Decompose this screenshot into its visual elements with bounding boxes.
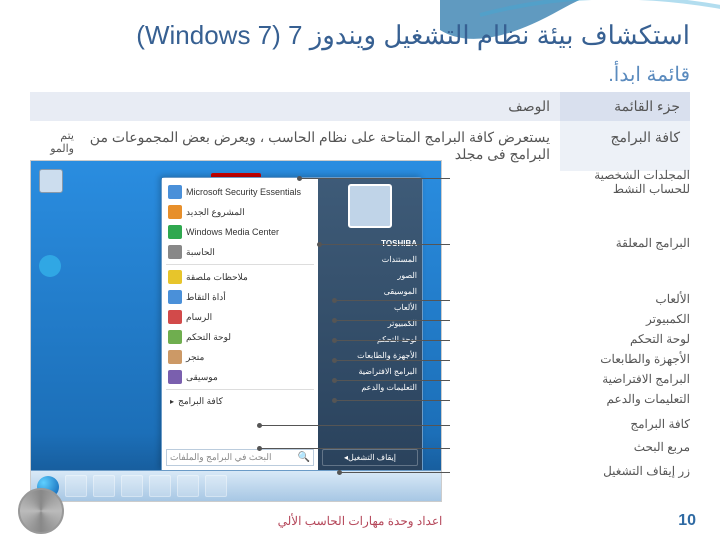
- desktop-screenshot: Microsoft Security Essentials المشروع ال…: [30, 160, 442, 502]
- page-number: 10: [678, 512, 696, 530]
- pinned-app[interactable]: موسيقى: [166, 367, 314, 387]
- recycle-bin-icon: [39, 169, 63, 197]
- callout-help: التعليمات والدعم: [607, 392, 690, 406]
- leader-line: [335, 360, 450, 361]
- start-menu-left: Microsoft Security Essentials المشروع ال…: [162, 178, 318, 470]
- leader-line: [335, 340, 450, 341]
- right-pane-item[interactable]: المستندات: [322, 253, 418, 266]
- pinned-app[interactable]: Windows Media Center: [166, 222, 314, 242]
- taskbar-icon[interactable]: [177, 475, 199, 497]
- user-avatar: [348, 184, 392, 228]
- pinned-app[interactable]: الحاسبة: [166, 242, 314, 262]
- callout-all-programs: كافة البرامج: [630, 417, 690, 431]
- taskbar-icon[interactable]: [121, 475, 143, 497]
- shutdown-button[interactable]: إيقاف التشغيل ◂: [322, 449, 418, 466]
- right-pane-item[interactable]: التعليمات والدعم: [322, 381, 418, 394]
- taskbar-icon[interactable]: [93, 475, 115, 497]
- callout-games: الألعاب: [655, 292, 690, 306]
- pinned-app[interactable]: ملاحظات ملصقة: [166, 267, 314, 287]
- pinned-app[interactable]: لوحة التحكم: [166, 327, 314, 347]
- leader-line: [335, 300, 450, 301]
- taskbar-icon[interactable]: [149, 475, 171, 497]
- callout-pinned: البرامج المعلقة: [616, 236, 690, 250]
- callout-search: مربع البحث: [634, 440, 690, 454]
- all-programs-link[interactable]: كافة البرامج: [166, 392, 314, 411]
- table-header-desc: الوصف: [30, 92, 560, 121]
- leader-line: [260, 448, 450, 449]
- right-pane-item[interactable]: الصور: [322, 269, 418, 282]
- callout-default-programs: البرامج الافتراضية: [602, 372, 690, 386]
- leader-line: [335, 380, 450, 381]
- callout-devices: الأجهزة والطابعات: [600, 352, 690, 366]
- leader-line: [335, 400, 450, 401]
- skype-icon: [39, 255, 61, 277]
- start-menu-right: TOSHIBA المستندات الصور الموسيقى الألعاب…: [318, 178, 422, 470]
- right-pane-item[interactable]: البرامج الافتراضية: [322, 365, 418, 378]
- leader-line: [335, 320, 450, 321]
- callout-control-panel: لوحة التحكم: [630, 332, 690, 346]
- pinned-app[interactable]: الرسام: [166, 307, 314, 327]
- pinned-app[interactable]: أداة التقاط: [166, 287, 314, 307]
- callout-computer: الكمبيوتر: [646, 312, 690, 326]
- start-menu: Microsoft Security Essentials المشروع ال…: [161, 177, 423, 471]
- callout-shutdown: زر إيقاف التشغيل: [603, 464, 690, 478]
- callout-personal-folders: المجلدات الشخصيةللحساب النشط: [594, 168, 690, 197]
- pinned-app[interactable]: Microsoft Security Essentials: [166, 182, 314, 202]
- pinned-app[interactable]: المشروع الجديد: [166, 202, 314, 222]
- table-cell-part: كافة البرامج: [560, 121, 690, 171]
- search-input[interactable]: البحث في البرامج والملفات: [166, 449, 314, 466]
- leader-line: [340, 472, 450, 473]
- pinned-app[interactable]: متجر: [166, 347, 314, 367]
- leader-line: [260, 425, 450, 426]
- slide-title: استكشاف بيئة نظام التشغيل ويندوز 7 (Wind…: [136, 20, 690, 51]
- leader-line: [320, 244, 450, 245]
- right-pane-item[interactable]: الموسيقى: [322, 285, 418, 298]
- right-pane-item[interactable]: الألعاب: [322, 301, 418, 314]
- taskbar-icon[interactable]: [205, 475, 227, 497]
- taskbar: [31, 470, 441, 501]
- taskbar-icon[interactable]: [65, 475, 87, 497]
- section-title: قائمة ابدأ.: [608, 62, 690, 87]
- footer-text: اعداد وحدة مهارات الحاسب الألي: [0, 514, 720, 528]
- leader-line: [300, 178, 450, 179]
- table-header-part: جزء القائمة: [560, 92, 690, 121]
